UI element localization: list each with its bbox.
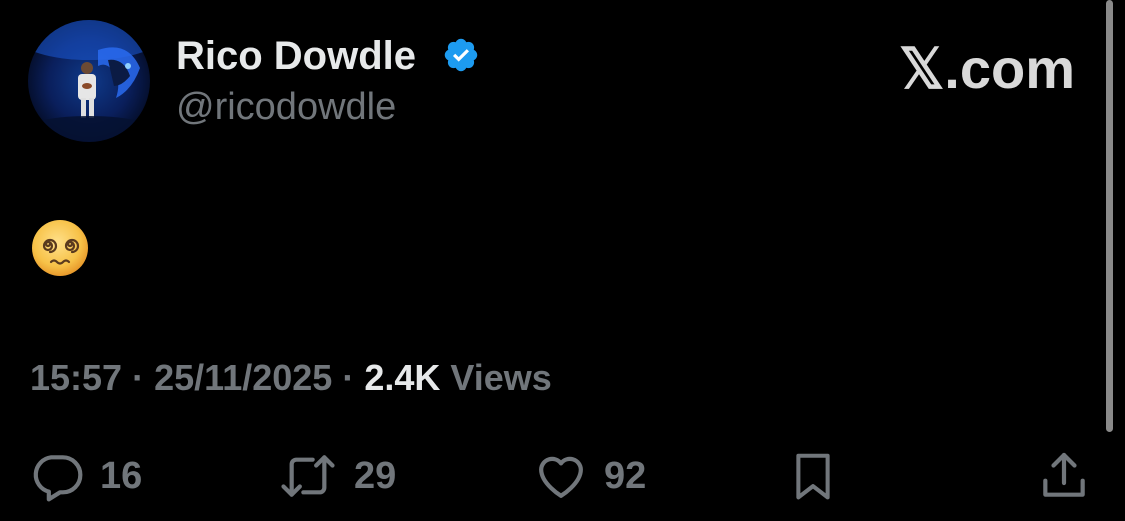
- repost-count: 29: [354, 455, 397, 497]
- repost-icon: [281, 455, 335, 497]
- views-label: Views: [450, 357, 552, 398]
- like-button[interactable]: 92: [532, 448, 646, 504]
- bookmark-button[interactable]: [786, 448, 840, 504]
- tweet-time[interactable]: 15:57: [30, 357, 122, 398]
- share-icon: [1043, 452, 1085, 497]
- repost-button[interactable]: 29: [276, 448, 396, 504]
- author-display-name[interactable]: Rico Dowdle: [176, 30, 416, 82]
- like-count: 92: [604, 455, 647, 497]
- tweet-date[interactable]: 25/11/2025: [154, 357, 332, 398]
- verified-badge-icon: [444, 38, 478, 72]
- meta-separator: ·: [132, 357, 145, 398]
- bookmark-icon: [796, 453, 830, 500]
- brand-watermark: 𝕏.com: [899, 37, 1075, 100]
- reply-button[interactable]: 16: [28, 448, 142, 504]
- scrollbar[interactable]: [1106, 0, 1113, 432]
- avatar[interactable]: [28, 20, 150, 142]
- tweet-meta: 15:57 · 25/11/2025 · 2.4K Views: [30, 354, 552, 402]
- reply-count: 16: [100, 455, 143, 497]
- reply-icon: [33, 455, 83, 502]
- heart-icon: [539, 456, 583, 498]
- views-count: 2.4K: [364, 357, 441, 398]
- meta-separator: ·: [342, 357, 355, 398]
- share-button[interactable]: [1034, 448, 1094, 504]
- face-with-spiral-eyes-icon: [32, 220, 88, 276]
- author-handle[interactable]: @ricodowdle: [176, 82, 396, 132]
